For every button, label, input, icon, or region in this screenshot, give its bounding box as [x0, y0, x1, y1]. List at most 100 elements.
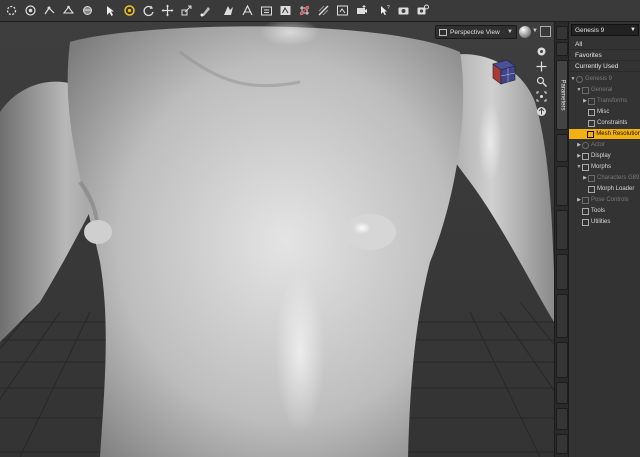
pane-tab[interactable]	[556, 382, 568, 404]
spot-render-icon	[223, 6, 233, 15]
3d-viewport[interactable]: Perspective View ▼ ▼	[0, 22, 554, 457]
property-group-icon	[582, 207, 589, 215]
filter-all[interactable]: All	[569, 40, 640, 50]
property-group-icon	[582, 196, 589, 204]
rotate-tool-icon	[143, 5, 154, 17]
view-selector-dropdown[interactable]: Perspective View ▼	[435, 25, 517, 39]
pane-tab[interactable]	[556, 210, 568, 250]
tree-item-label: General	[591, 87, 613, 93]
joint-editor-icon	[44, 6, 54, 15]
property-group-icon	[588, 97, 595, 105]
camera-settings-button[interactable]	[413, 2, 431, 20]
tree-item-misc[interactable]: Misc	[569, 107, 640, 117]
group-button[interactable]	[333, 2, 351, 20]
spot-render-button[interactable]	[219, 2, 237, 20]
pane-tab[interactable]	[556, 434, 568, 454]
pane-tab[interactable]	[556, 134, 568, 162]
node-weight-brush-icon	[200, 7, 210, 17]
tree-item-pose-controls[interactable]: ▶ Pose Controls	[569, 195, 640, 205]
tree-item-label: Tools	[591, 208, 606, 214]
tree-item-label: Mesh Resolution	[596, 131, 640, 137]
node-weight-brush-button[interactable]	[196, 2, 214, 20]
node-selection-button[interactable]	[2, 2, 20, 20]
surface-selection-icon	[82, 6, 92, 15]
render-settings-button[interactable]	[257, 2, 275, 20]
property-group-icon	[587, 130, 595, 138]
pointer-help-icon: ?	[380, 5, 390, 15]
tree-item-label: Pose Controls	[591, 197, 629, 203]
pane-tab[interactable]	[556, 26, 568, 40]
tree-item-mesh-resolution[interactable]: Mesh Resolution	[569, 129, 640, 139]
joint-editor-button[interactable]	[40, 2, 58, 20]
pane-tab[interactable]	[556, 254, 568, 290]
pane-tab[interactable]	[556, 408, 568, 430]
tree-item-label: Morph Loader	[597, 186, 635, 192]
chevron-down-icon: ▼	[630, 27, 636, 33]
tree-item-transforms[interactable]: ▶ Transforms	[569, 96, 640, 106]
tree-item-display[interactable]: ▶ Display	[569, 151, 640, 161]
tree-item-characters-g89[interactable]: ▶ Characters G89	[569, 173, 640, 183]
draw-style-ball-icon[interactable]	[519, 26, 531, 38]
property-group-icon	[588, 108, 595, 116]
pane-tab[interactable]	[556, 342, 568, 378]
tab-parameters[interactable]: Parameters	[556, 60, 568, 130]
grid-toggle-button[interactable]	[295, 2, 313, 20]
tree-item-morph-loader[interactable]: Morph Loader	[569, 184, 640, 194]
tree-item-utilities[interactable]: Utilities	[569, 217, 640, 227]
tree-item-genesis-9[interactable]: ▼ Genesis 9	[569, 74, 640, 84]
render-settings-icon	[260, 6, 272, 16]
figure-selector-dropdown[interactable]: Genesis 9 ▼	[571, 24, 639, 36]
universal-tool-button[interactable]	[21, 2, 39, 20]
tree-item-general[interactable]: ▼ General	[569, 85, 640, 95]
pane-tab[interactable]	[556, 42, 568, 56]
pane-tab[interactable]	[556, 294, 568, 338]
free-light-icon	[241, 4, 253, 16]
filter-currently-used[interactable]: Currently Used	[569, 62, 640, 72]
tree-item-constraints[interactable]: Constraints	[569, 118, 640, 128]
draw-style-chevron-icon[interactable]: ▼	[532, 28, 538, 34]
pane-tab-strip: Parameters	[554, 22, 568, 457]
translate-tool-button[interactable]	[158, 2, 176, 20]
viewport-scene[interactable]	[0, 22, 554, 457]
filter-favorites[interactable]: Favorites	[569, 51, 640, 61]
surface-selection-button[interactable]	[78, 2, 96, 20]
pan-control[interactable]	[534, 59, 548, 73]
property-group-icon	[588, 185, 595, 193]
select-arrow-button[interactable]	[101, 2, 119, 20]
navigation-cube[interactable]	[489, 56, 519, 86]
tree-item-label: Characters G89	[597, 175, 640, 181]
geometry-editor-button[interactable]	[59, 2, 77, 20]
reset-view-control[interactable]	[534, 104, 548, 118]
camera-button[interactable]	[394, 2, 412, 20]
rotate-tool-button[interactable]	[139, 2, 157, 20]
orbit-control[interactable]	[534, 44, 548, 58]
iray-render-button[interactable]	[276, 2, 294, 20]
zoom-control[interactable]	[534, 74, 548, 88]
figure-node-icon	[582, 141, 589, 149]
frame-control[interactable]	[534, 89, 548, 103]
tree-item-actor[interactable]: ▶ Actor	[569, 140, 640, 150]
chevron-down-icon: ▼	[507, 29, 513, 35]
tree-item-morphs[interactable]: ▼ Morphs	[569, 162, 640, 172]
universal-tool-icon	[24, 5, 36, 16]
tree-item-label: Display	[591, 153, 611, 159]
active-pose-icon	[123, 5, 135, 16]
frame-icon	[536, 91, 546, 101]
pointer-help-button[interactable]: ?	[375, 2, 393, 20]
main-toolbar: ?	[0, 0, 640, 22]
scale-tool-icon	[181, 5, 191, 16]
property-group-icon	[582, 218, 589, 226]
tree-item-label: Misc	[597, 109, 610, 115]
gradient-button[interactable]	[314, 2, 332, 20]
camera-add-button[interactable]	[352, 2, 370, 20]
pane-tab[interactable]	[556, 166, 568, 206]
property-group-icon	[582, 152, 589, 160]
tree-item-tools[interactable]: Tools	[569, 206, 640, 216]
free-light-button[interactable]	[238, 2, 256, 20]
viewport-options-icon[interactable]	[540, 26, 551, 37]
active-pose-button[interactable]	[120, 2, 138, 20]
parameters-pane: Genesis 9 ▼ All Favorites Currently Used ▼…	[568, 22, 640, 457]
tree-item-label: Constraints	[597, 120, 628, 126]
scale-tool-button[interactable]	[177, 2, 195, 20]
node-selection-icon	[6, 5, 16, 16]
